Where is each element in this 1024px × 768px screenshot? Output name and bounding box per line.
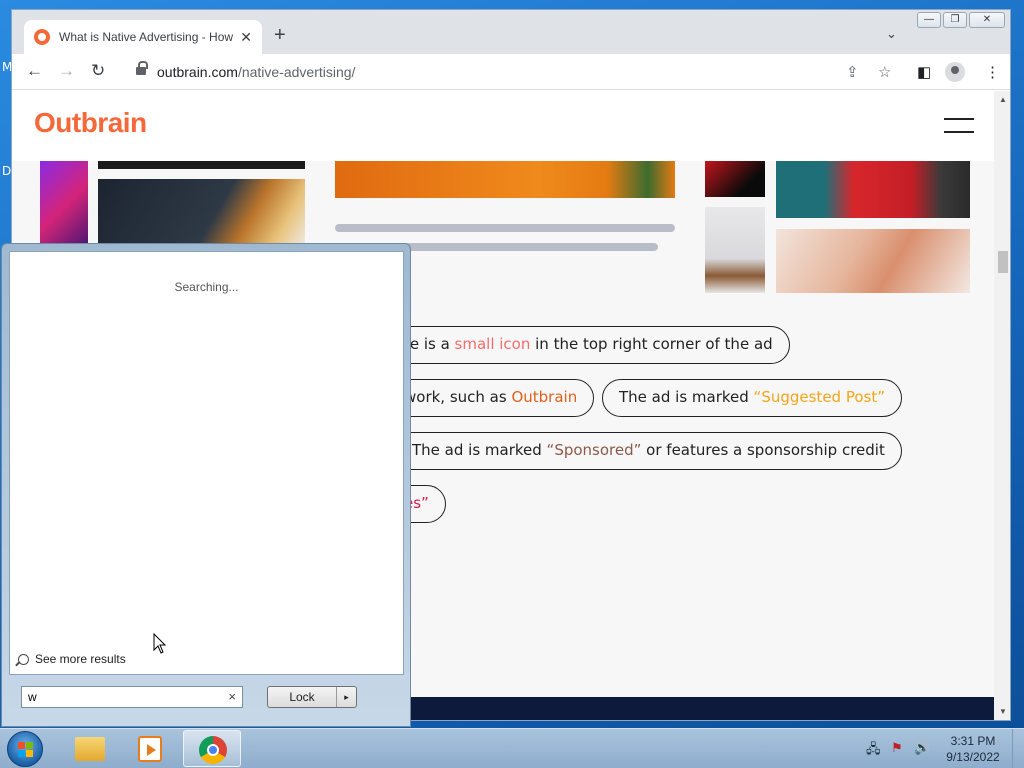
pill-text: The ad is marked bbox=[412, 441, 547, 459]
back-button[interactable]: ← bbox=[26, 61, 43, 81]
search-icon bbox=[18, 653, 29, 665]
taskbar-media-player[interactable] bbox=[121, 730, 179, 767]
site-header: Outbrain bbox=[12, 91, 994, 161]
url-text: outbrain.com/native-advertising/ bbox=[157, 64, 355, 80]
show-desktop-button[interactable] bbox=[1012, 729, 1024, 768]
collage-image bbox=[776, 229, 970, 293]
mouse-cursor-icon bbox=[153, 633, 167, 654]
media-player-icon bbox=[138, 736, 162, 762]
taskbar-explorer[interactable] bbox=[60, 730, 118, 767]
scroll-thumb[interactable] bbox=[998, 251, 1008, 273]
collage-image bbox=[335, 161, 675, 198]
ad-sign-pill: The ad is marked “Sponsored” or features… bbox=[387, 432, 902, 470]
pill-text: in the top right corner of the ad bbox=[530, 335, 773, 353]
pill-text: or features a sponsorship credit bbox=[641, 441, 885, 459]
minimize-button[interactable]: — bbox=[917, 12, 941, 28]
menu-icon[interactable]: ⋮ bbox=[985, 63, 1000, 81]
bookmark-star-icon[interactable]: ☆ bbox=[878, 63, 891, 81]
tab-strip: What is Native Advertising - How ✕ + ⌄ —… bbox=[12, 10, 1010, 54]
profile-avatar[interactable] bbox=[945, 62, 965, 82]
collage-image bbox=[705, 161, 765, 197]
scroll-up-icon[interactable]: ▲ bbox=[999, 95, 1007, 104]
start-menu: Searching... See more results w × Lock ▸ bbox=[1, 243, 411, 727]
url-path: /native-advertising/ bbox=[237, 64, 356, 80]
hamburger-menu-icon[interactable] bbox=[944, 118, 974, 134]
pill-highlight: “Suggested Post” bbox=[753, 388, 885, 406]
side-panel-icon[interactable]: ◧ bbox=[917, 63, 931, 81]
folder-icon bbox=[75, 737, 105, 761]
toolbar: ← → ↻ outbrain.com/native-advertising/ ⇪… bbox=[12, 54, 1010, 90]
search-status: Searching... bbox=[174, 280, 239, 294]
scroll-down-icon[interactable]: ▼ bbox=[999, 707, 1007, 716]
tab-search-chevron-icon[interactable]: ⌄ bbox=[886, 26, 897, 42]
collage-image bbox=[776, 161, 970, 218]
reload-button[interactable]: ↻ bbox=[91, 61, 105, 81]
pill-highlight: “Sponsored” bbox=[546, 441, 642, 459]
power-options-arrow-icon[interactable]: ▸ bbox=[336, 687, 356, 707]
tab-outbrain[interactable]: What is Native Advertising - How ✕ bbox=[24, 20, 262, 54]
page-scrollbar[interactable]: ▲ ▼ bbox=[994, 91, 1010, 720]
taskbar: 🖧 ⚑ 🔊 3:31 PM 9/13/2022 bbox=[0, 728, 1024, 768]
collage-image bbox=[40, 161, 88, 253]
clock-time: 3:31 PM bbox=[950, 734, 996, 748]
placeholder-bar bbox=[335, 224, 675, 232]
taskbar-chrome[interactable] bbox=[183, 730, 241, 767]
see-more-label: See more results bbox=[35, 652, 126, 666]
clear-search-icon[interactable]: × bbox=[228, 689, 236, 704]
see-more-results-link[interactable]: See more results bbox=[18, 652, 126, 666]
collage-image bbox=[98, 179, 305, 253]
lock-button[interactable]: Lock ▸ bbox=[267, 686, 357, 708]
url-host: outbrain.com bbox=[157, 64, 238, 80]
ad-sign-pill: The ad is marked “Suggested Post” bbox=[602, 379, 902, 417]
action-center-flag-icon[interactable]: ⚑ bbox=[891, 740, 903, 756]
collage-image bbox=[705, 207, 765, 293]
address-bar[interactable]: outbrain.com/native-advertising/ bbox=[120, 58, 900, 86]
windows-logo-icon bbox=[18, 742, 34, 758]
network-icon[interactable]: 🖧 bbox=[866, 740, 881, 762]
outbrain-logo[interactable]: Outbrain bbox=[34, 107, 147, 139]
share-icon[interactable]: ⇪ bbox=[846, 63, 859, 81]
lock-icon[interactable] bbox=[136, 61, 148, 77]
system-clock[interactable]: 3:31 PM 9/13/2022 bbox=[940, 733, 1006, 765]
ad-sign-pill: work, such as Outbrain bbox=[387, 379, 595, 417]
forward-button[interactable]: → bbox=[58, 61, 75, 81]
new-tab-button[interactable]: + bbox=[274, 24, 286, 47]
collage-image bbox=[98, 161, 305, 169]
clock-date: 9/13/2022 bbox=[946, 750, 1000, 764]
desktop-icon-label[interactable]: D bbox=[2, 164, 11, 178]
tab-title: What is Native Advertising - How bbox=[59, 30, 233, 44]
pill-text: re is a bbox=[404, 335, 455, 353]
pill-highlight: Outbrain bbox=[511, 388, 578, 406]
maximize-button[interactable]: ❐ bbox=[943, 12, 967, 28]
start-search-input[interactable]: w × bbox=[21, 686, 243, 708]
close-icon[interactable]: ✕ bbox=[240, 29, 252, 46]
pill-highlight: small icon bbox=[454, 335, 531, 353]
volume-icon[interactable]: 🔊 bbox=[914, 740, 930, 756]
pill-text: The ad is marked bbox=[619, 388, 754, 406]
chrome-icon bbox=[199, 736, 227, 764]
outbrain-favicon-icon bbox=[34, 29, 50, 45]
ad-sign-pill: re is a small icon in the top right corn… bbox=[387, 326, 790, 364]
start-button[interactable] bbox=[7, 731, 43, 767]
close-window-button[interactable]: ✕ bbox=[969, 12, 1005, 28]
lock-label: Lock bbox=[289, 690, 315, 704]
search-results-panel: Searching... See more results bbox=[9, 251, 404, 675]
pill-text: work, such as bbox=[404, 388, 512, 406]
search-value: w bbox=[28, 690, 37, 704]
